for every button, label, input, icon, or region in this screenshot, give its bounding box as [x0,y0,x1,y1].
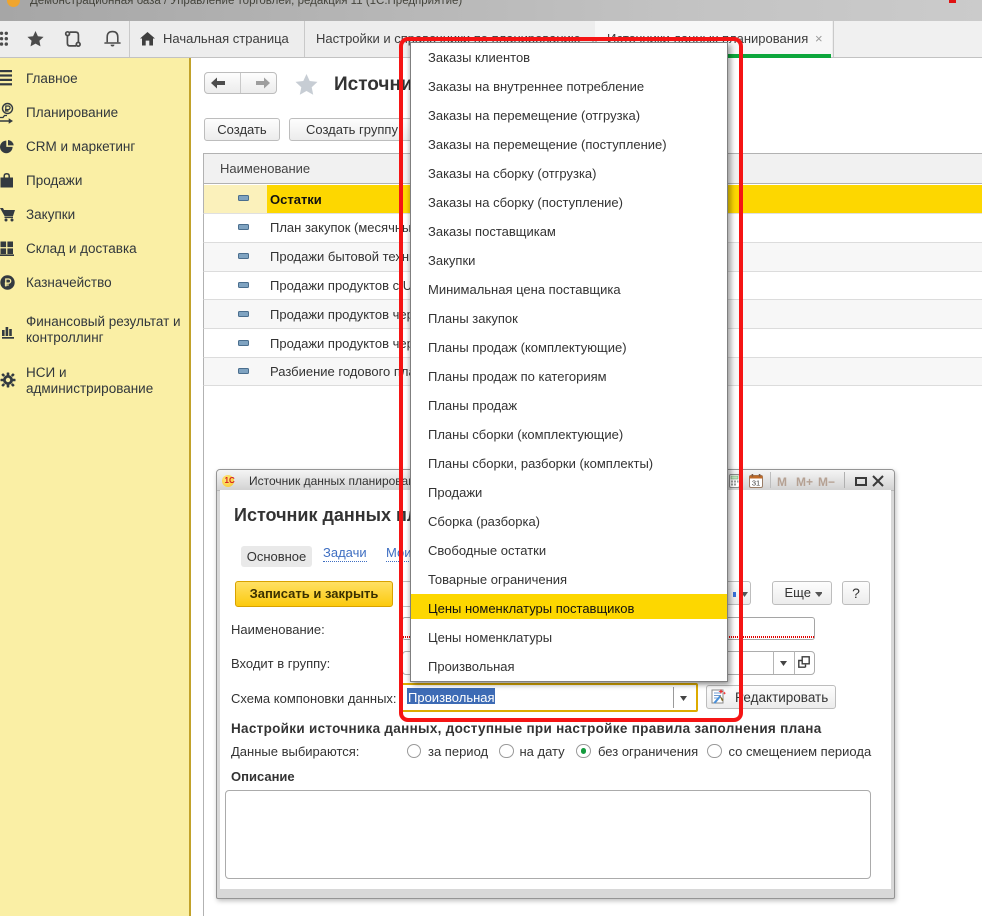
svg-text:31: 31 [752,478,760,487]
